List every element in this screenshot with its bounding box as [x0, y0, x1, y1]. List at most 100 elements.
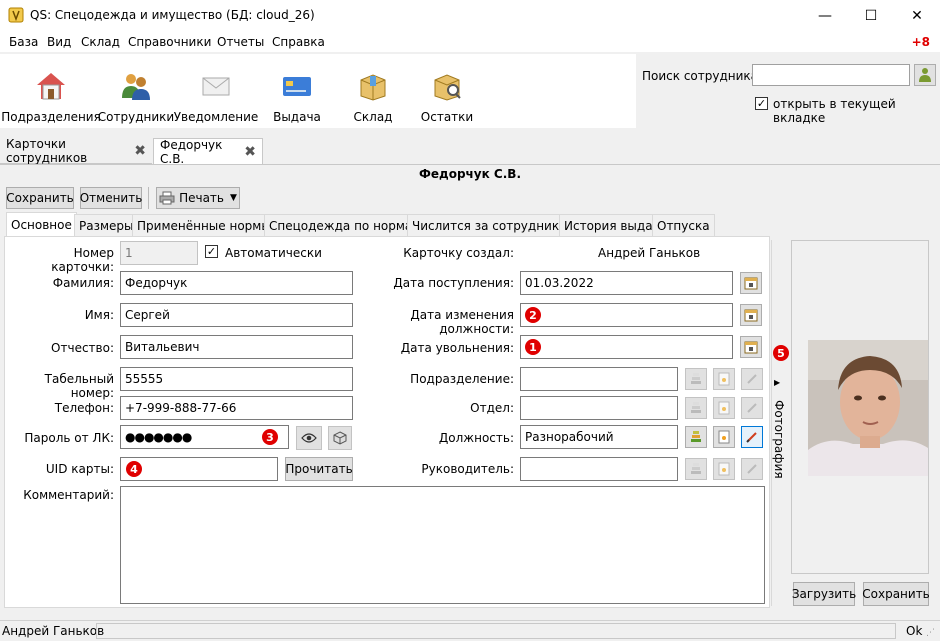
created-by-label: Карточку создал: — [403, 246, 514, 260]
hire-date-input[interactable]: 01.03.2022 — [520, 271, 733, 295]
phone-input[interactable]: +7-999-888-77-66 — [120, 396, 353, 420]
maximize-button[interactable]: ☐ — [848, 0, 894, 32]
collapse-arrow-icon[interactable]: ▶ — [774, 378, 780, 387]
tab-employee-cards[interactable]: Карточки сотрудников ✖ — [0, 137, 152, 165]
menu-vid[interactable]: Вид — [47, 35, 71, 49]
tab-divider — [0, 164, 940, 165]
position-change-label: Дата изменения должности: — [410, 308, 514, 336]
employee-search-input[interactable] — [752, 64, 910, 86]
close-tab-icon[interactable]: ✖ — [134, 143, 146, 159]
show-password-button[interactable] — [296, 426, 322, 450]
department-input[interactable] — [520, 367, 678, 391]
dropdown-arrow-icon: ▼ — [230, 193, 237, 203]
department-edit-button[interactable] — [741, 368, 763, 390]
dismissal-input[interactable] — [520, 335, 733, 359]
upload-photo-button[interactable]: Загрузить — [792, 582, 856, 606]
division-input[interactable] — [520, 396, 678, 420]
position-edit-button[interactable] — [741, 426, 763, 448]
division-open-button[interactable] — [713, 397, 735, 419]
card-number-label: Номер карточки: — [51, 246, 114, 274]
toolbar-employees-button[interactable]: Сотрудники — [98, 54, 174, 128]
toolbar-separator — [148, 187, 149, 209]
pencil-icon — [747, 464, 757, 474]
print-button[interactable]: Печать ▼ — [156, 187, 240, 209]
subtab-main[interactable]: Основное — [6, 212, 77, 237]
dismissal-label: Дата увольнения: — [400, 341, 514, 355]
read-card-button[interactable]: Прочитать — [285, 457, 353, 481]
manager-select-button[interactable] — [685, 458, 707, 480]
surname-input[interactable]: Федорчук — [120, 271, 353, 295]
subtab-assigned-items[interactable]: Числится за сотрудником — [407, 214, 581, 236]
subtab-vacations[interactable]: Отпуска — [652, 214, 715, 236]
patronymic-input[interactable]: Витальевич — [120, 335, 353, 359]
manager-input[interactable] — [520, 457, 678, 481]
subtab-clothing-by-norms[interactable]: Спецодежда по нормам — [264, 214, 427, 236]
position-select-button[interactable] — [685, 426, 707, 448]
position-input[interactable]: Разнорабочий — [520, 425, 678, 449]
close-tab-icon[interactable]: ✖ — [244, 144, 256, 160]
manager-edit-button[interactable] — [741, 458, 763, 480]
cube-icon — [333, 431, 347, 445]
notification-count[interactable]: +8 — [912, 35, 930, 49]
card-number-input[interactable]: 1 — [120, 241, 198, 265]
menu-sklad[interactable]: Склад — [81, 35, 120, 49]
open-in-tab-checkbox[interactable]: ✓ — [755, 97, 768, 110]
tab-number-label: Табельный номер: — [44, 372, 114, 400]
stack-icon — [691, 373, 701, 384]
hire-date-label: Дата поступления: — [393, 276, 514, 290]
comment-label: Комментарий: — [23, 488, 114, 502]
toolbar-warehouse-button[interactable]: Склад — [338, 54, 408, 128]
department-select-button[interactable] — [685, 368, 707, 390]
house-icon — [37, 73, 65, 100]
person-arrow-icon — [919, 68, 931, 82]
badge-3: 3 — [262, 429, 278, 445]
minimize-button[interactable]: — — [802, 0, 848, 32]
name-input[interactable]: Сергей — [120, 303, 353, 327]
uid-input[interactable] — [120, 457, 278, 481]
generate-password-button[interactable] — [328, 426, 352, 450]
division-select-button[interactable] — [685, 397, 707, 419]
menu-baza[interactable]: База — [9, 35, 38, 49]
division-edit-button[interactable] — [741, 397, 763, 419]
toolbar-issue-button[interactable]: Выдача — [262, 54, 332, 128]
name-label: Имя: — [84, 308, 114, 322]
auto-number-checkbox[interactable]: ✓ — [205, 245, 218, 258]
hire-date-calendar-button[interactable] — [740, 272, 762, 294]
manager-open-button[interactable] — [713, 458, 735, 480]
division-label: Отдел: — [470, 401, 514, 415]
close-button[interactable]: ✕ — [894, 0, 940, 32]
status-user: Андрей Ганьков — [2, 624, 105, 638]
position-change-input[interactable] — [520, 303, 733, 327]
tab-employee-fedorchuk[interactable]: Федорчук С.В. ✖ — [153, 138, 263, 166]
subtab-sizes[interactable]: Размеры — [74, 214, 139, 236]
employee-photo — [808, 340, 928, 476]
position-change-calendar-button[interactable] — [740, 304, 762, 326]
save-photo-button[interactable]: Сохранить — [862, 582, 930, 606]
position-open-button[interactable] — [713, 426, 735, 448]
stack-icon — [691, 431, 701, 442]
pencil-icon — [747, 403, 757, 413]
printer-icon — [159, 191, 175, 205]
save-button[interactable]: Сохранить — [6, 187, 74, 209]
toolbar-departments-button[interactable]: Подразделения — [1, 54, 101, 128]
cancel-button[interactable]: Отменить — [80, 187, 142, 209]
toolbar-stock-button[interactable]: Остатки — [412, 54, 482, 128]
position-label: Должность: — [438, 431, 514, 445]
toolbar-notification-button[interactable]: Уведомление — [174, 54, 258, 128]
search-go-button[interactable] — [914, 64, 936, 86]
department-label: Подразделение: — [410, 372, 514, 386]
title-bar: QS: Спецодежда и имущество (БД: cloud_26… — [0, 0, 940, 32]
menu-otchety[interactable]: Отчеты — [217, 35, 264, 49]
resize-grip-icon[interactable]: ⋰ — [926, 628, 935, 638]
pencil-icon — [747, 374, 757, 384]
menu-spravka[interactable]: Справка — [272, 35, 325, 49]
menu-spravochniki[interactable]: Справочники — [128, 35, 211, 49]
department-open-button[interactable] — [713, 368, 735, 390]
subtab-applied-norms[interactable]: Применённые нормы — [132, 214, 276, 236]
tab-number-input[interactable]: 55555 — [120, 367, 353, 391]
document-icon — [718, 372, 730, 386]
dismissal-calendar-button[interactable] — [740, 336, 762, 358]
status-message-area — [96, 623, 896, 639]
subtab-issue-history[interactable]: История выдач — [559, 214, 665, 236]
comment-textarea[interactable] — [120, 486, 765, 604]
